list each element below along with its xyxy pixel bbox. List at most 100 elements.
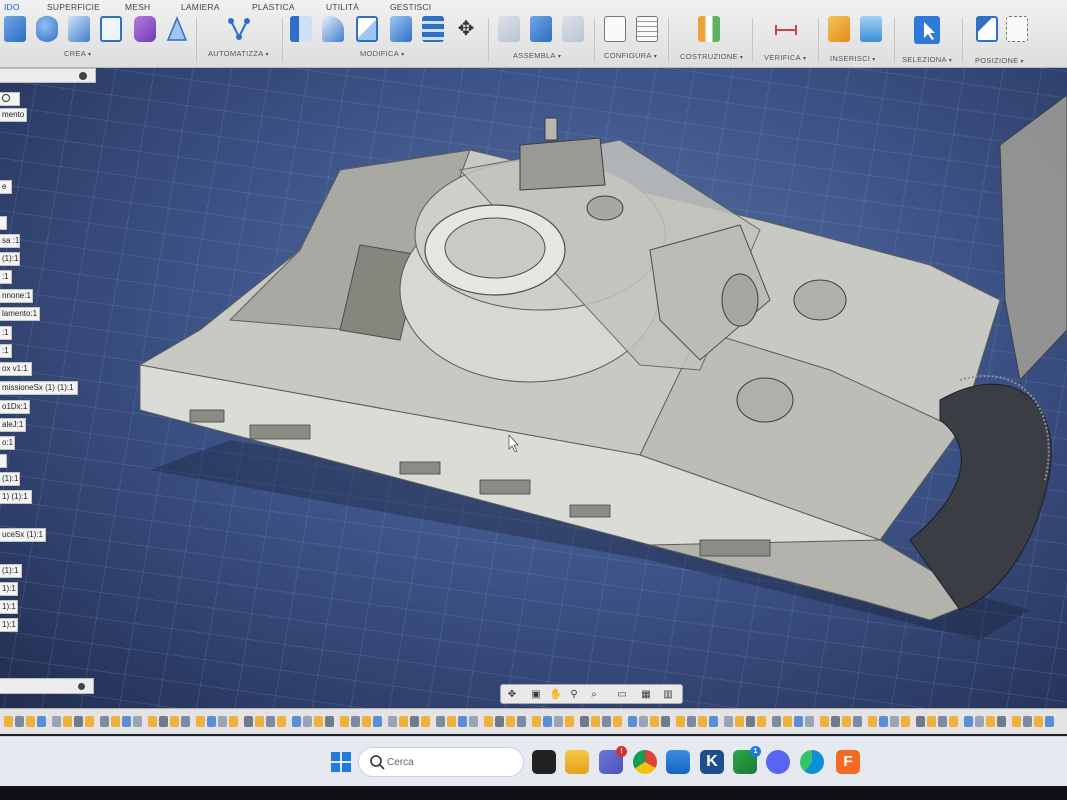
browser-node[interactable]: sa :1	[0, 234, 20, 248]
extrude-icon[interactable]	[36, 16, 58, 42]
timeline-feature[interactable]	[938, 716, 947, 727]
browser-node[interactable]: o:1	[0, 436, 15, 450]
new-component-icon[interactable]	[4, 16, 26, 42]
timeline-feature[interactable]	[458, 716, 467, 727]
browser-node[interactable]: (1):1	[0, 252, 20, 266]
timeline-feature[interactable]	[879, 716, 888, 727]
timeline-feature[interactable]	[1034, 716, 1043, 727]
timeline-feature[interactable]	[868, 716, 877, 727]
timeline-feature[interactable]	[772, 716, 781, 727]
timeline-feature[interactable]	[1012, 716, 1021, 727]
chamfer-icon[interactable]	[356, 16, 378, 42]
browser-node[interactable]: aleJ:1	[0, 418, 26, 432]
browser-node[interactable]: lamento:1	[0, 307, 40, 321]
timeline-feature[interactable]	[927, 716, 936, 727]
tab-superficie[interactable]: SUPERFICIE	[47, 2, 100, 12]
box-icon[interactable]	[100, 16, 122, 42]
timeline-feature[interactable]	[853, 716, 862, 727]
timeline-feature[interactable]	[15, 716, 24, 727]
timeline-feature[interactable]	[362, 716, 371, 727]
timeline-feature[interactable]	[63, 716, 72, 727]
timeline-feature[interactable]	[997, 716, 1006, 727]
measure-icon[interactable]	[774, 16, 797, 42]
automate-icon[interactable]	[226, 16, 250, 42]
timeline-feature[interactable]	[218, 716, 227, 727]
timeline-feature[interactable]	[340, 716, 349, 727]
k-app-icon[interactable]: K	[700, 750, 724, 774]
timeline-feature[interactable]	[314, 716, 323, 727]
form-icon[interactable]	[134, 16, 156, 42]
timeline-feature[interactable]	[724, 716, 733, 727]
browser-node[interactable]: 1):1	[0, 618, 18, 632]
crea-menu[interactable]: CREA ▾	[64, 49, 91, 58]
browser-node[interactable]: ox v1:1	[0, 362, 32, 376]
as-built-joint-icon[interactable]	[562, 16, 584, 42]
timeline-feature[interactable]	[687, 716, 696, 727]
timeline-feature[interactable]	[207, 716, 216, 727]
timeline-feature[interactable]	[255, 716, 264, 727]
timeline-feature[interactable]	[820, 716, 829, 727]
timeline-feature[interactable]	[661, 716, 670, 727]
display-settings-icon[interactable]: ▭	[615, 688, 629, 701]
browser-node[interactable]: (1):1	[0, 564, 22, 578]
posizione-menu[interactable]: POSIZIONE ▾	[975, 56, 1024, 65]
timeline-feature[interactable]	[351, 716, 360, 727]
timeline-feature[interactable]	[842, 716, 851, 727]
timeline-feature[interactable]	[794, 716, 803, 727]
browser-node[interactable]: nnone:1	[0, 289, 33, 303]
timeline-feature[interactable]	[591, 716, 600, 727]
assembla-menu[interactable]: ASSEMBLA ▾	[513, 51, 561, 60]
timeline-feature[interactable]	[532, 716, 541, 727]
browser-node[interactable]: :1	[0, 270, 12, 284]
tab-solido[interactable]: IDO	[4, 2, 20, 12]
timeline-feature[interactable]	[628, 716, 637, 727]
timeline-feature[interactable]	[74, 716, 83, 727]
timeline-feature[interactable]	[373, 716, 382, 727]
new-joint-icon[interactable]	[530, 16, 552, 42]
orbit-icon[interactable]: ✥	[505, 688, 519, 701]
file-explorer-icon[interactable]	[565, 750, 589, 774]
timeline-feature[interactable]	[229, 716, 238, 727]
timeline-feature[interactable]	[325, 716, 334, 727]
timeline-feature[interactable]	[639, 716, 648, 727]
timeline-feature[interactable]	[735, 716, 744, 727]
timeline-feature[interactable]	[111, 716, 120, 727]
timeline-feature[interactable]	[85, 716, 94, 727]
timeline-feature[interactable]	[783, 716, 792, 727]
timeline-feature[interactable]	[757, 716, 766, 727]
timeline-feature[interactable]	[890, 716, 899, 727]
timeline-feature[interactable]	[517, 716, 526, 727]
browser-node[interactable]	[0, 454, 7, 468]
mail-icon[interactable]	[666, 750, 690, 774]
timeline-feature[interactable]	[901, 716, 910, 727]
timeline-feature[interactable]	[196, 716, 205, 727]
tab-mesh[interactable]: MESH	[125, 2, 150, 12]
collapse-icon[interactable]	[79, 72, 87, 80]
timeline-feature[interactable]	[4, 716, 13, 727]
teams-icon[interactable]: !	[599, 746, 627, 774]
costruzione-menu[interactable]: COSTRUZIONE ▾	[680, 52, 743, 61]
timeline-feature[interactable]	[543, 716, 552, 727]
timeline-feature[interactable]	[100, 716, 109, 727]
browser-node[interactable]: uceSx (1):1	[0, 528, 46, 542]
timeline-feature[interactable]	[495, 716, 504, 727]
timeline-feature[interactable]	[613, 716, 622, 727]
revolve-icon[interactable]	[68, 16, 90, 42]
timeline-feature[interactable]	[292, 716, 301, 727]
browser-node[interactable]: o1Dx:1	[0, 400, 30, 414]
windows-start-icon[interactable]	[330, 751, 352, 773]
timeline-feature[interactable]	[26, 716, 35, 727]
timeline-feature[interactable]	[266, 716, 275, 727]
add-comment-icon[interactable]	[78, 683, 85, 690]
timeline-feature[interactable]	[1045, 716, 1054, 727]
timeline-feature[interactable]	[698, 716, 707, 727]
browser-node[interactable]: e	[0, 180, 12, 194]
timeline-feature[interactable]	[244, 716, 253, 727]
timeline-feature[interactable]	[676, 716, 685, 727]
discord-icon[interactable]	[766, 750, 790, 774]
automatizza-menu[interactable]: AUTOMATIZZA ▾	[208, 49, 269, 58]
visibility-toggle[interactable]	[0, 92, 20, 106]
insert-image-icon[interactable]	[860, 16, 882, 42]
timeline-feature[interactable]	[1023, 716, 1032, 727]
plane-icon[interactable]	[698, 16, 720, 42]
